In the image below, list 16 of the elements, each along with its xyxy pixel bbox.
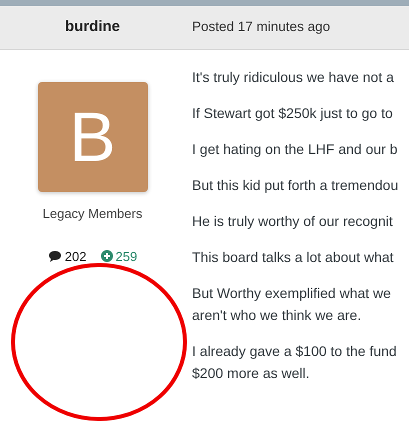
- member-group: Legacy Members: [42, 204, 142, 224]
- plus-circle-icon: [100, 250, 112, 262]
- post-paragraph: If Stewart got $250k just to go to: [192, 104, 394, 123]
- reputation-count: 259: [116, 248, 138, 266]
- post-paragraph: This board talks a lot about what: [192, 248, 395, 267]
- post-paragraph: He is truly worthy of our recognit: [192, 212, 394, 231]
- author-name[interactable]: burdine: [65, 16, 120, 39]
- post-paragraph: It's truly ridiculous we have not a: [192, 68, 395, 87]
- post-time: Posted 17 minutes ago: [191, 18, 330, 36]
- speech-bubble-icon: [48, 250, 62, 263]
- post-paragraph: But Worthy exemplified what we aren't who we think we are.: [192, 284, 392, 325]
- post-paragraph: But this kid put forth a tremendou: [192, 176, 400, 195]
- post-paragraph: I get hating on the LHF and our b: [192, 140, 398, 159]
- avatar-letter: B: [69, 102, 116, 172]
- post-paragraph: I already gave a $100 to the fund $200 more as well.: [192, 342, 398, 383]
- post-count: 202: [64, 248, 86, 266]
